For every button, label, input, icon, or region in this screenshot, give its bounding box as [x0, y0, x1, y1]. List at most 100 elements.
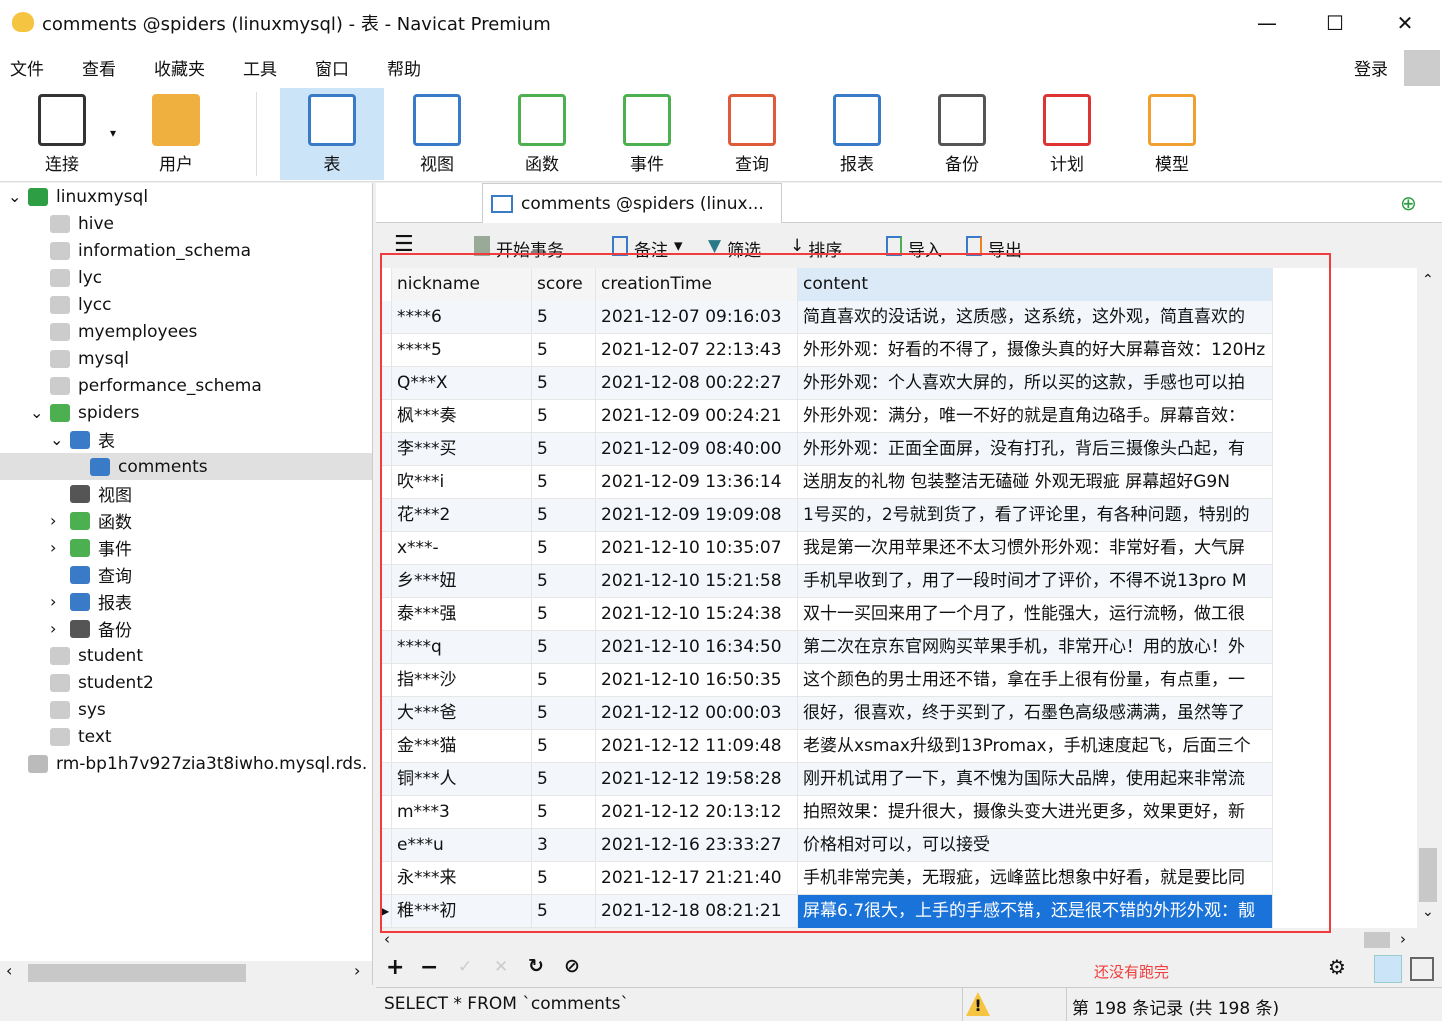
cell-content[interactable]: 外形外观：满分，唯一不好的就是直角边硌手。屏幕音效：: [798, 400, 1273, 433]
cell-score[interactable]: 5: [532, 565, 596, 598]
cell-content[interactable]: 很好，很喜欢，终于买到了，石墨色高级感满满，虽然等了: [798, 697, 1273, 730]
cell-score[interactable]: 5: [532, 796, 596, 829]
tree-item[interactable]: 视图: [70, 480, 132, 507]
cell-creationTime[interactable]: 2021-12-08 00:22:27: [596, 367, 798, 400]
cell-score[interactable]: 5: [532, 532, 596, 565]
cell-creationTime[interactable]: 2021-12-09 08:40:00: [596, 433, 798, 466]
cell-content[interactable]: 1号买的，2号就到货了，看了评论里，有各种问题，特别的: [798, 499, 1273, 532]
scroll-right-icon[interactable]: ›: [1400, 930, 1406, 948]
begin-transaction-button[interactable]: 开始事务: [474, 236, 564, 261]
tree-item[interactable]: student2: [50, 669, 154, 696]
toolbar-report-button[interactable]: 报表: [805, 88, 909, 180]
cell-content[interactable]: 手机非常完美，无瑕疵，远峰蓝比想象中好看，就是要比同: [798, 862, 1273, 895]
maximize-button[interactable]: ☐: [1300, 0, 1370, 46]
expand-arrow-icon[interactable]: ›: [50, 592, 56, 611]
table-row[interactable]: 铜***人 5 2021-12-12 19:58:28 刚开机试用了一下，真不愧为国际…: [380, 763, 1273, 796]
toolbar-function-button[interactable]: 函数: [490, 88, 594, 180]
cell-nickname[interactable]: ****6: [392, 301, 532, 334]
apply-button[interactable]: ✓: [458, 957, 472, 977]
cell-creationTime[interactable]: 2021-12-12 11:09:48: [596, 730, 798, 763]
cell-nickname[interactable]: 乡***妞: [392, 565, 532, 598]
tree-item[interactable]: hive: [50, 210, 114, 237]
cell-nickname[interactable]: m***3: [392, 796, 532, 829]
cell-creationTime[interactable]: 2021-12-07 09:16:03: [596, 301, 798, 334]
grid-vscrollbar[interactable]: ⌃ ⌄: [1417, 268, 1439, 928]
tree-item[interactable]: comments: [0, 453, 372, 480]
cell-score[interactable]: 5: [532, 895, 596, 928]
expand-arrow-icon[interactable]: ›: [50, 619, 56, 638]
tree-item[interactable]: rm-bp1h7v927zia3t8iwho.mysql.rds.: [28, 750, 367, 777]
table-row[interactable]: ****5 5 2021-12-07 22:13:43 外形外观：好看的不得了，摄像头…: [380, 334, 1273, 367]
table-row[interactable]: 枫***奏 5 2021-12-09 00:24:21 外形外观：满分，唯一不好的就是…: [380, 400, 1273, 433]
scroll-left-icon[interactable]: ‹: [384, 930, 390, 948]
cell-score[interactable]: 5: [532, 664, 596, 697]
tree-item[interactable]: lyc: [50, 264, 102, 291]
toolbar-view-button[interactable]: 视图: [385, 88, 489, 180]
cell-score[interactable]: 5: [532, 301, 596, 334]
cell-score[interactable]: 5: [532, 367, 596, 400]
toolbar-event-button[interactable]: 事件: [595, 88, 699, 180]
tree-item[interactable]: ⌄ linuxmysql: [8, 183, 148, 210]
cell-content[interactable]: 这个颜色的男士用还不错，拿在手上很有份量，有点重，一: [798, 664, 1273, 697]
avatar[interactable]: [1404, 50, 1440, 86]
scroll-right-icon[interactable]: ›: [354, 961, 360, 980]
toolbar-query-button[interactable]: 查询: [700, 88, 804, 180]
cell-content[interactable]: 送朋友的礼物 包装整洁无磕碰 外观无瑕疵 屏幕超好G9N: [798, 466, 1273, 499]
filter-button[interactable]: ▼ 筛选: [708, 236, 761, 261]
add-record-button[interactable]: +: [386, 955, 404, 980]
cell-content[interactable]: 拍照效果：提升很大，摄像头变大进光更多，效果更好，新: [798, 796, 1273, 829]
tree-item[interactable]: text: [50, 723, 112, 750]
cell-creationTime[interactable]: 2021-12-18 08:21:21: [596, 895, 798, 928]
cell-nickname[interactable]: 永***来: [392, 862, 532, 895]
cell-creationTime[interactable]: 2021-12-10 15:24:38: [596, 598, 798, 631]
toolbar-table-button[interactable]: 表: [280, 88, 384, 180]
cell-content[interactable]: 简直喜欢的没话说，这质感，这系统，这外观，简直喜欢的: [798, 301, 1273, 334]
table-row[interactable]: Q***X 5 2021-12-08 00:22:27 外形外观：个人喜欢大屏的，所以…: [380, 367, 1273, 400]
table-row[interactable]: ****q 5 2021-12-10 16:34:50 第二次在京东官网购买苹果手机，…: [380, 631, 1273, 664]
tree-item[interactable]: › 函数: [50, 507, 132, 534]
table-row[interactable]: 乡***妞 5 2021-12-10 15:21:58 手机早收到了，用了一段时间才了…: [380, 565, 1273, 598]
cell-content[interactable]: 第二次在京东官网购买苹果手机，非常开心！用的放心！外: [798, 631, 1273, 664]
cell-creationTime[interactable]: 2021-12-17 21:21:40: [596, 862, 798, 895]
discard-button[interactable]: ✕: [494, 957, 508, 977]
cell-creationTime[interactable]: 2021-12-10 16:34:50: [596, 631, 798, 664]
cell-score[interactable]: 5: [532, 730, 596, 763]
cell-score[interactable]: 5: [532, 334, 596, 367]
stop-button[interactable]: ⊘: [564, 955, 580, 977]
cell-creationTime[interactable]: 2021-12-10 16:50:35: [596, 664, 798, 697]
settings-button[interactable]: ⚙: [1328, 955, 1346, 979]
cell-content[interactable]: 手机早收到了，用了一段时间才了评价，不得不说13pro M: [798, 565, 1273, 598]
cell-content[interactable]: 双十一买回来用了一个月了，性能强大，运行流畅，做工很: [798, 598, 1273, 631]
cell-nickname[interactable]: 枫***奏: [392, 400, 532, 433]
table-row[interactable]: 指***沙 5 2021-12-10 16:50:35 这个颜色的男士用还不错，拿在手…: [380, 664, 1273, 697]
cell-content[interactable]: 刚开机试用了一下，真不愧为国际大品牌，使用起来非常流: [798, 763, 1273, 796]
login-link[interactable]: 登录: [1354, 55, 1388, 80]
toolbar-model-button[interactable]: 模型: [1120, 88, 1224, 180]
tree-item[interactable]: performance_schema: [50, 372, 262, 399]
tree-item[interactable]: ⌄ 表: [50, 426, 115, 453]
cell-score[interactable]: 5: [532, 400, 596, 433]
table-row[interactable]: 花***2 5 2021-12-09 19:09:08 1号买的，2号就到货了，看了评…: [380, 499, 1273, 532]
cell-nickname[interactable]: 金***猫: [392, 730, 532, 763]
scroll-up-icon[interactable]: ⌃: [1422, 272, 1434, 288]
scroll-left-icon[interactable]: ‹: [6, 961, 12, 980]
expand-arrow-icon[interactable]: ⌄: [8, 187, 21, 206]
cell-creationTime[interactable]: 2021-12-07 22:13:43: [596, 334, 798, 367]
column-header-nickname[interactable]: nickname: [392, 268, 532, 301]
tree-item[interactable]: sys: [50, 696, 106, 723]
tree-item[interactable]: information_schema: [50, 237, 251, 264]
cell-creationTime[interactable]: 2021-12-12 20:13:12: [596, 796, 798, 829]
table-row[interactable]: 泰***强 5 2021-12-10 15:24:38 双十一买回来用了一个月了，性能…: [380, 598, 1273, 631]
cell-nickname[interactable]: 泰***强: [392, 598, 532, 631]
cell-score[interactable]: 5: [532, 433, 596, 466]
tree-item[interactable]: 查询: [70, 561, 132, 588]
table-row[interactable]: ▶ 稚***初 5 2021-12-18 08:21:21 屏幕6.7很大，上手的手感不…: [380, 895, 1273, 928]
scroll-thumb[interactable]: [1419, 848, 1437, 902]
cell-nickname[interactable]: ****q: [392, 631, 532, 664]
table-row[interactable]: 金***猫 5 2021-12-12 11:09:48 老婆从xsmax升级到13Pr…: [380, 730, 1273, 763]
dropdown-icon[interactable]: ▾: [110, 126, 116, 140]
expand-arrow-icon[interactable]: ⌄: [50, 430, 63, 449]
cell-nickname[interactable]: 花***2: [392, 499, 532, 532]
expand-arrow-icon[interactable]: ⌄: [30, 403, 43, 422]
tree-item[interactable]: student: [50, 642, 143, 669]
